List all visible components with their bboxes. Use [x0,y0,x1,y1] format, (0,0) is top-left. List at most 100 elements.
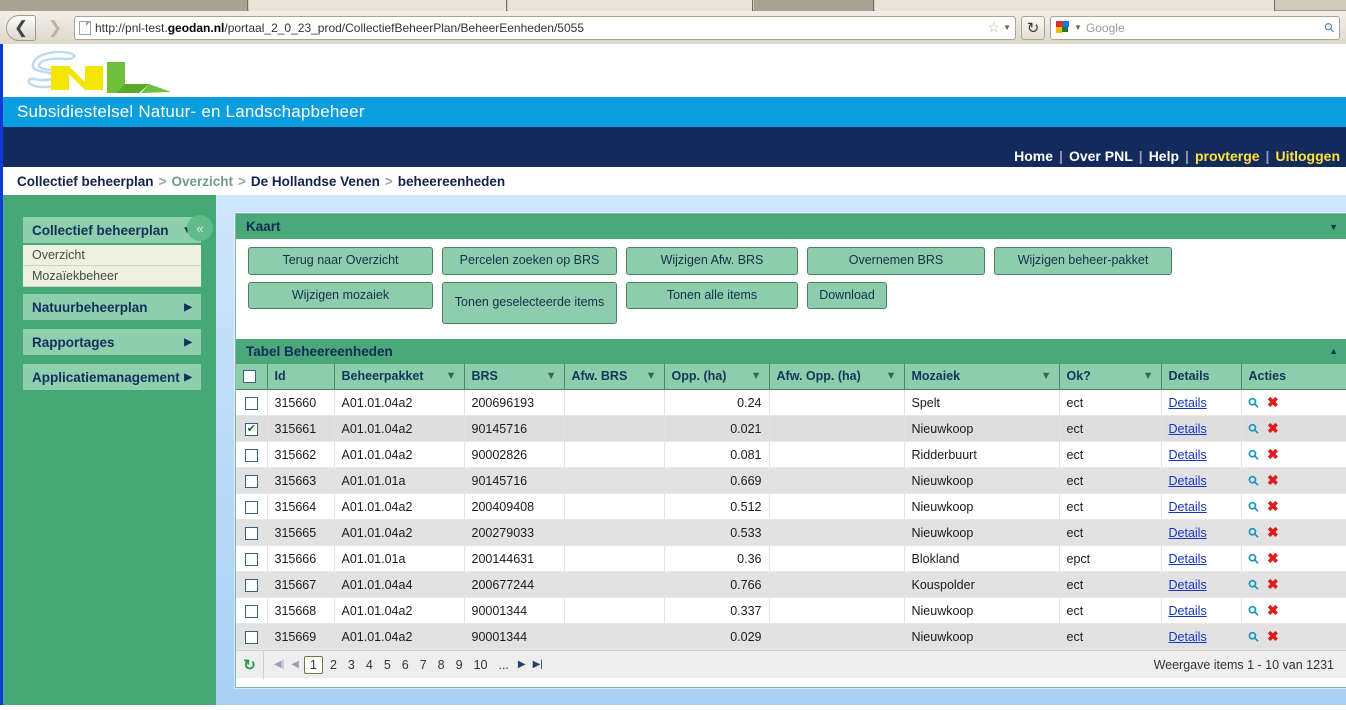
browser-tab[interactable] [875,0,1275,11]
overnemen-brs-button[interactable]: Overnemen BRS [807,247,985,275]
nav-link-logout[interactable]: Uitloggen [1269,148,1346,164]
page-button[interactable]: 6 [398,658,413,672]
sidebar-item-natuurbeheerplan[interactable]: Natuurbeheerplan ▶ [23,294,201,320]
column-header-afw-brs[interactable]: Afw. BRS ▼ [564,363,665,391]
magnifier-icon[interactable]: ⚲ [1244,550,1262,568]
chevron-down-icon[interactable]: ▼ [1329,222,1338,232]
nav-link-home[interactable]: Home [1008,148,1059,164]
page-button[interactable]: 7 [416,658,431,672]
filter-icon[interactable]: ▼ [646,370,657,382]
page-button[interactable]: 2 [326,658,341,672]
page-button[interactable]: 3 [344,658,359,672]
details-link[interactable]: Details [1169,578,1207,592]
filter-icon[interactable]: ▼ [1041,370,1052,382]
magnifier-icon[interactable]: ⚲ [1244,524,1262,542]
terug-naar-overzicht-button[interactable]: Terug naar Overzicht [248,247,433,275]
page-button[interactable]: 9 [452,658,467,672]
chevron-down-icon[interactable]: ▼ [1003,23,1011,32]
last-page-button[interactable]: ▶| [531,659,545,670]
browser-tab[interactable] [508,0,753,11]
chevron-down-icon[interactable]: ▼ [1074,23,1082,32]
tabel-panel-header[interactable]: Tabel Beheereenheden ▲ [236,338,1346,364]
breadcrumb-item-overzicht[interactable]: Overzicht [171,174,233,189]
breadcrumb-item-de-hollandse-venen[interactable]: De Hollandse Venen [251,174,380,189]
cell-acties[interactable]: ⚲ ✖ [1241,467,1346,495]
sidebar-item-rapportages[interactable]: Rapportages ▶ [23,329,201,355]
download-button[interactable]: Download [807,281,887,310]
table-row[interactable]: 315669 A01.01.04a2 90001344 0.029 Nieuwkoop e… [236,623,1346,651]
cell-acties[interactable]: ⚲ ✖ [1241,519,1346,547]
filter-icon[interactable]: ▼ [1143,370,1154,382]
next-page-button[interactable]: ▶ [516,659,528,670]
cell-details[interactable]: Details [1161,571,1242,599]
filter-icon[interactable]: ▼ [886,370,897,382]
row-checkbox[interactable] [244,526,258,540]
sidebar-item-applicatiemanagement[interactable]: Applicatiemanagement ▶ [23,364,201,390]
details-link[interactable]: Details [1169,422,1207,436]
search-bar[interactable]: ▼ Google ⚲ [1050,15,1340,40]
browser-tab-active[interactable] [249,0,507,11]
browser-tab[interactable] [754,0,874,11]
page-button[interactable]: 5 [380,658,395,672]
column-header-id[interactable]: Id [267,363,335,391]
table-row[interactable]: 315663 A01.01.01a 90145716 0.669 Nieuwkoop ec… [236,467,1346,495]
cell-acties[interactable]: ⚲ ✖ [1241,389,1346,417]
kaart-panel-header[interactable]: Kaart ▼ [236,214,1346,239]
details-link[interactable]: Details [1169,474,1207,488]
filter-icon[interactable]: ▼ [751,370,762,382]
page-button[interactable]: 10 [470,658,492,672]
cell-details[interactable]: Details [1161,545,1242,573]
browser-tab[interactable] [0,0,248,11]
delete-x-icon[interactable]: ✖ [1267,472,1279,488]
prev-page-button[interactable]: ◀ [289,659,301,670]
back-arrow-icon[interactable]: ❮ [6,14,36,41]
delete-x-icon[interactable]: ✖ [1267,420,1279,436]
row-checkbox[interactable] [244,500,258,514]
table-row[interactable]: 315660 A01.01.04a2 200696193 0.24 Spelt ect De… [236,389,1346,417]
table-row[interactable]: 315667 A01.01.04a4 200677244 0.766 Kouspolde… [236,571,1346,599]
cell-acties[interactable]: ⚲ ✖ [1241,623,1346,651]
table-row[interactable]: 315662 A01.01.04a2 90002826 0.081 Ridderbuur… [236,441,1346,469]
address-bar[interactable]: http://pnl-test.geodan.nl/portaal_2_0_23… [74,15,1016,40]
row-checkbox[interactable] [244,604,258,618]
details-link[interactable]: Details [1169,526,1207,540]
filter-icon[interactable]: ▼ [546,370,557,382]
sidebar-collapse-button[interactable]: « [187,215,213,241]
delete-x-icon[interactable]: ✖ [1267,446,1279,462]
page-button[interactable]: 4 [362,658,377,672]
page-button[interactable]: 8 [434,658,449,672]
row-checkbox[interactable] [244,448,258,462]
sidebar-item-collectief-beheerplan[interactable]: Collectief beheerplan ▼ [23,217,201,243]
column-header-opp[interactable]: Opp. (ha) ▼ [664,363,770,391]
tonen-geselecteerde-items-button[interactable]: Tonen geselecteerde items [442,281,617,324]
breadcrumb-item-collectief-beheerplan[interactable]: Collectief beheerplan [17,174,154,189]
table-row[interactable]: 315668 A01.01.04a2 90001344 0.337 Nieuwkoop e… [236,597,1346,625]
row-checkbox-cell[interactable] [236,415,268,443]
row-checkbox[interactable] [244,552,258,566]
table-row[interactable]: 315666 A01.01.01a 200144631 0.36 Blokland epc… [236,545,1346,573]
cell-details[interactable]: Details [1161,467,1242,495]
magnifier-icon[interactable]: ⚲ [1244,420,1262,438]
details-link[interactable]: Details [1169,630,1207,644]
magnifier-icon[interactable]: ⚲ [1244,394,1262,412]
delete-x-icon[interactable]: ✖ [1267,628,1279,644]
delete-x-icon[interactable]: ✖ [1267,498,1279,514]
column-header-afw-opp[interactable]: Afw. Opp. (ha) ▼ [769,363,905,391]
column-header-beheerpakket[interactable]: Beheerpakket ▼ [334,363,465,391]
column-header-ok[interactable]: Ok? ▼ [1059,363,1162,391]
details-link[interactable]: Details [1169,604,1207,618]
column-header-brs[interactable]: BRS ▼ [464,363,565,391]
cell-acties[interactable]: ⚲ ✖ [1241,571,1346,599]
row-checkbox-cell[interactable] [236,493,268,521]
row-checkbox[interactable] [244,474,258,488]
search-input[interactable]: Google [1086,21,1322,35]
row-checkbox[interactable] [244,422,258,436]
details-link[interactable]: Details [1169,500,1207,514]
cell-details[interactable]: Details [1161,519,1242,547]
cell-details[interactable]: Details [1161,441,1242,469]
cell-details[interactable]: Details [1161,493,1242,521]
row-checkbox-cell[interactable] [236,389,268,417]
row-checkbox-cell[interactable] [236,467,268,495]
wijzigen-beheer-pakket-button[interactable]: Wijzigen beheer-pakket [994,247,1172,275]
chevron-up-icon[interactable]: ▲ [1329,346,1338,356]
